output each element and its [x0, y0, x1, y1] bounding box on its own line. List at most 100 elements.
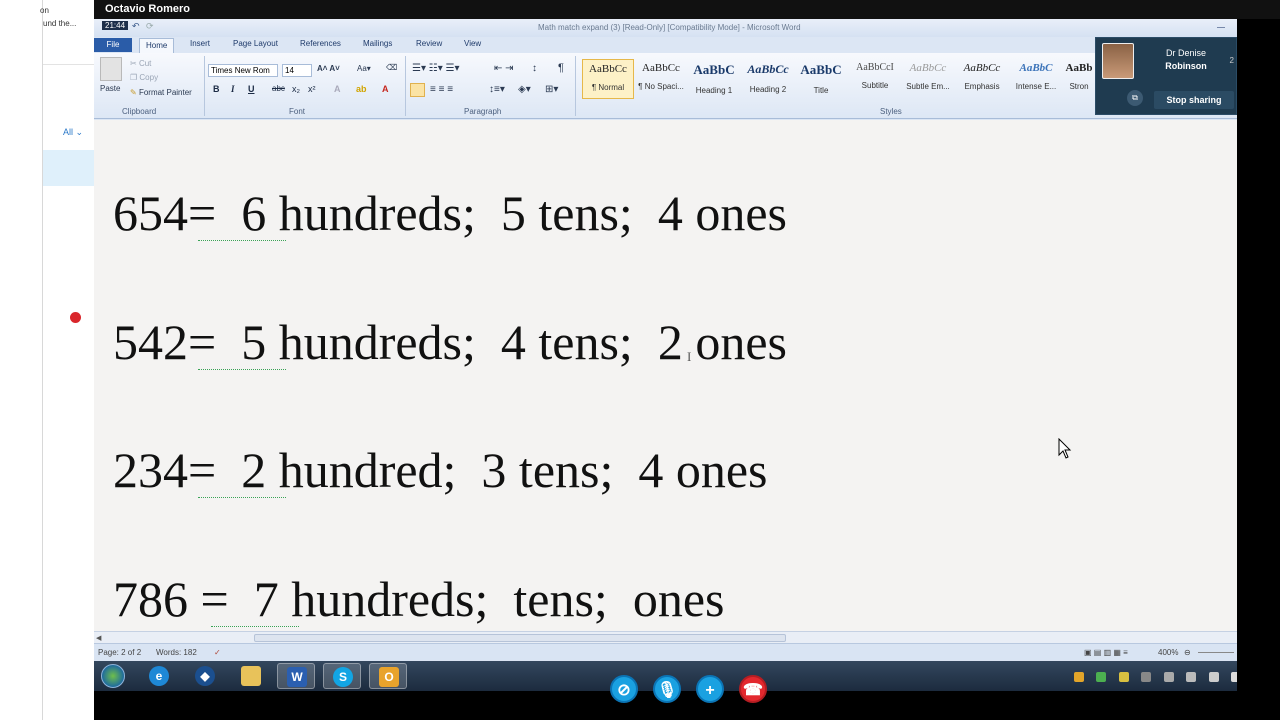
italic-icon[interactable]: I [231, 84, 235, 94]
format-painter-button[interactable]: ✎ Format Painter [130, 88, 192, 97]
selected-conversation[interactable] [43, 150, 94, 323]
style-strong[interactable]: AaBb Stron [1064, 59, 1094, 99]
styles-group-label: Styles [880, 107, 902, 116]
show-marks-icon[interactable]: ¶ [558, 62, 564, 74]
tab-mailings[interactable]: Mailings [363, 39, 392, 48]
style-preview: AaBbCc [589, 63, 627, 75]
highlight-icon[interactable]: ab [356, 84, 367, 94]
window-title: Math match expand (3) [Read-Only] [Compa… [538, 23, 801, 32]
clear-format-icon[interactable]: ⌫ [386, 63, 397, 72]
style-heading-1[interactable]: AaBbC Heading 1 [688, 59, 740, 99]
skype-icon: S [333, 667, 353, 687]
align-left-icon[interactable] [410, 83, 425, 97]
style-preview: AaBbC [1019, 62, 1053, 74]
tab-review[interactable]: Review [416, 39, 442, 48]
zoom-level[interactable]: 400% [1158, 648, 1178, 657]
subscript-icon[interactable]: x₂ [292, 84, 300, 94]
flag-icon[interactable] [1186, 672, 1197, 682]
font-name-box[interactable]: Times New Rom [208, 64, 278, 77]
ribbon-tabs: File Home Insert Page Layout References … [94, 37, 1237, 53]
zoom-out-icon[interactable]: ⊖ [1184, 648, 1191, 657]
tray-icon[interactable] [1163, 672, 1174, 682]
line-spacing-icon[interactable]: ↕≡▾ [489, 84, 505, 95]
tray-icon[interactable] [1096, 672, 1107, 682]
sort-icon[interactable]: ↕ [532, 63, 537, 74]
screen: on und the... All ⌄ Octavio Romero 21:44… [0, 0, 1280, 720]
style-heading-2[interactable]: AaBbCc Heading 2 [742, 59, 794, 99]
style-subtitle[interactable]: AaBbCcI Subtitle [849, 59, 901, 99]
stop-sharing-button[interactable]: Stop sharing [1154, 91, 1234, 109]
tab-view[interactable]: View [464, 39, 481, 48]
copy-button[interactable]: ❐ Copy [130, 73, 158, 82]
start-button[interactable] [101, 664, 125, 688]
taskbar-explorer[interactable] [232, 663, 270, 689]
status-bar: Page: 2 of 2 Words: 182 ✓ ▣ ▤ ▥ ▦ ≡ 400%… [94, 643, 1237, 661]
style-label: Emphasis [964, 82, 1000, 91]
scroll-thumb[interactable] [254, 634, 786, 642]
text-effects-icon[interactable]: A [334, 84, 341, 94]
align-icons[interactable]: ≡ ≡ ≡ [430, 84, 453, 95]
undo-icon[interactable]: ↶ [132, 21, 140, 32]
style-preview: AaBbCc [909, 62, 947, 74]
style-normal[interactable]: AaBbCc ¶ Normal [582, 59, 634, 99]
document-page[interactable]: 654= 6 hundreds; 5 tens; 4 ones 542= 5 h… [94, 120, 1237, 631]
font-size-box[interactable]: 14 [282, 64, 312, 77]
tab-page-layout[interactable]: Page Layout [233, 39, 278, 48]
shading-icon[interactable]: ◈▾ [518, 84, 531, 95]
style-preview: AaBbC [693, 62, 735, 77]
add-button[interactable]: + [696, 675, 724, 703]
superscript-icon[interactable]: x² [308, 84, 316, 94]
bold-icon[interactable]: B [213, 84, 220, 94]
horizontal-scrollbar[interactable]: ◀ [94, 631, 1237, 643]
page-count[interactable]: Page: 2 of 2 [98, 648, 141, 657]
font-color-icon[interactable]: A [382, 84, 389, 94]
taskbar-outlook[interactable]: O [369, 663, 407, 689]
paste-icon[interactable] [100, 57, 122, 81]
scroll-left-icon[interactable]: ◀ [96, 634, 101, 642]
cut-button[interactable]: ✂ Cut [130, 59, 151, 68]
strikethrough-icon[interactable]: abc [272, 84, 285, 93]
screen-share-icon[interactable]: ⧉ [1127, 90, 1143, 106]
filter-all-dropdown[interactable]: All ⌄ [63, 127, 83, 138]
tray-icon[interactable] [1074, 672, 1084, 682]
network-icon[interactable] [1208, 672, 1219, 682]
video-off-button[interactable]: ⊘ [610, 675, 638, 703]
tab-home[interactable]: Home [139, 38, 175, 53]
grow-font-icon[interactable]: A˄ A˅ [317, 64, 340, 73]
skype-sidebar: on und the... All ⌄ [40, 0, 94, 720]
underline-icon[interactable]: U [248, 84, 255, 94]
tab-references[interactable]: References [300, 39, 341, 48]
bullets-icon[interactable]: ☰▾ ☷▾ ☰▾ [412, 63, 460, 74]
indent-icons[interactable]: ⇤ ⇥ [494, 63, 514, 74]
style-title[interactable]: AaBbC Title [795, 59, 847, 99]
tab-insert[interactable]: Insert [190, 39, 210, 48]
change-case-icon[interactable]: Aa▾ [357, 64, 371, 73]
redo-icon[interactable]: ⟳ [146, 21, 154, 32]
proofing-icon[interactable]: ✓ [214, 648, 221, 657]
tab-file[interactable]: File [94, 38, 132, 52]
style-preview: AaBb [1065, 62, 1093, 74]
tray-icon[interactable] [1141, 672, 1152, 682]
view-mode-icons[interactable]: ▣ ▤ ▥ ▦ ≡ [1084, 648, 1128, 657]
taskbar-app[interactable]: ◆ [186, 663, 224, 689]
end-call-button[interactable]: ☎ [739, 675, 767, 703]
taskbar-skype[interactable]: S [323, 663, 361, 689]
style-subtle-emphasis[interactable]: AaBbCc Subtle Em... [902, 59, 954, 99]
group-divider [575, 56, 576, 116]
taskbar-ie[interactable]: e [140, 663, 178, 689]
style-intense-emphasis[interactable]: AaBbC Intense E... [1010, 59, 1062, 99]
taskbar-word[interactable]: W [277, 663, 315, 689]
style-no-spacing[interactable]: AaBbCc ¶ No Spaci... [635, 59, 687, 99]
style-preview: AaBbCc [747, 62, 789, 76]
tray-icon[interactable] [1118, 672, 1129, 682]
style-emphasis[interactable]: AaBbCc Emphasis [956, 59, 1008, 99]
brush-icon: ✎ [130, 88, 137, 97]
participant-avatar [1102, 43, 1134, 79]
mute-button[interactable]: 🎙︎ [653, 675, 681, 703]
zoom-slider[interactable] [1198, 652, 1234, 653]
text-cursor-icon: I [687, 349, 692, 364]
minimize-icon[interactable] [1217, 27, 1225, 28]
word-count[interactable]: Words: 182 [156, 648, 197, 657]
borders-icon[interactable]: ⊞▾ [545, 84, 558, 95]
paste-button[interactable]: Paste [100, 84, 120, 93]
